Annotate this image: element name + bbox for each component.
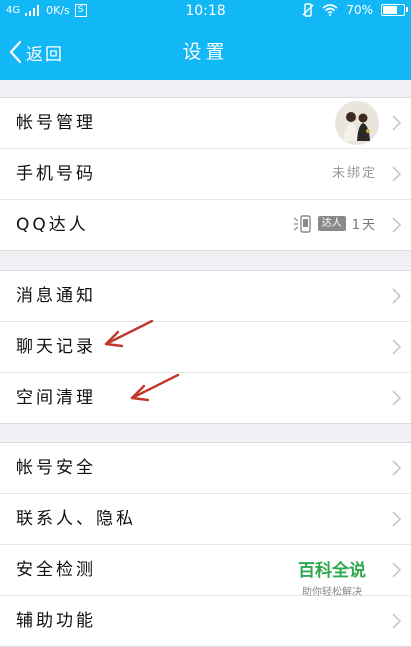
row-contacts-privacy[interactable]: 联系人、隐私 (0, 494, 411, 545)
status-bar: 4G 0K/s S 10:18 70% (0, 0, 411, 24)
row-label: 帐号管理 (16, 113, 96, 133)
chevron-right-icon (392, 288, 401, 304)
row-label: 辅助功能 (16, 611, 96, 631)
row-account-management[interactable]: 帐号管理 (0, 98, 411, 149)
wifi-icon (322, 4, 338, 16)
chevron-right-icon (392, 166, 401, 182)
watermark: 百科全说 助你轻松解决 (282, 556, 382, 598)
chevron-right-icon (392, 339, 401, 355)
row-label: 联系人、隐私 (16, 509, 136, 529)
row-accessibility[interactable]: 辅助功能 (0, 596, 411, 646)
chevron-right-icon (392, 562, 401, 578)
talent-days: 1天 (351, 218, 377, 233)
row-message-notifications[interactable]: 消息通知 (0, 271, 411, 322)
row-account-security[interactable]: 帐号安全 (0, 443, 411, 494)
settings-group-security: 帐号安全 联系人、隐私 安全检测 辅助功能 (0, 442, 411, 647)
talent-info: 达人 1天 (292, 214, 377, 233)
annotation-arrow-storage-cleanup (130, 373, 180, 402)
watermark-subtitle: 助你轻松解决 (302, 587, 362, 598)
page-title: 设置 (182, 41, 229, 63)
talent-badge: 达人 (292, 214, 346, 233)
row-chat-history[interactable]: 聊天记录 (0, 322, 411, 373)
row-phone-number[interactable]: 手机号码 未绑定 (0, 149, 411, 200)
watermark-title: 百科全说 (298, 561, 366, 581)
avatar (335, 101, 379, 145)
battery-percent: 70% (346, 3, 373, 17)
chevron-right-icon (392, 217, 401, 233)
chevron-right-icon (392, 115, 401, 131)
chevron-right-icon (392, 460, 401, 476)
row-label: 消息通知 (16, 286, 96, 306)
annotation-arrow-chat-history (104, 319, 154, 348)
row-qq-talent[interactable]: QQ达人 达人 1天 (0, 200, 411, 250)
row-label: 帐号安全 (16, 458, 96, 478)
chevron-right-icon (392, 613, 401, 629)
chevron-right-icon (392, 511, 401, 527)
vibrate-icon (302, 3, 314, 17)
talent-phone-icon (293, 214, 311, 233)
row-storage-cleanup[interactable]: 空间清理 (0, 373, 411, 423)
row-label: 安全检测 (16, 560, 96, 580)
row-label: 聊天记录 (16, 337, 96, 357)
settings-group-messages: 消息通知 聊天记录 空间清理 (0, 270, 411, 424)
battery-icon (381, 4, 408, 16)
row-label: 手机号码 (16, 164, 96, 184)
nav-bar: 返回 设置 (0, 24, 411, 80)
row-label: 空间清理 (16, 388, 96, 408)
chevron-right-icon (392, 390, 401, 406)
phone-binding-status: 未绑定 (331, 166, 377, 181)
row-label: QQ达人 (16, 215, 89, 235)
settings-group-account: 帐号管理 手机号码 未绑定 QQ达人 达人 1天 (0, 97, 411, 251)
talent-tag: 达人 (317, 216, 346, 231)
